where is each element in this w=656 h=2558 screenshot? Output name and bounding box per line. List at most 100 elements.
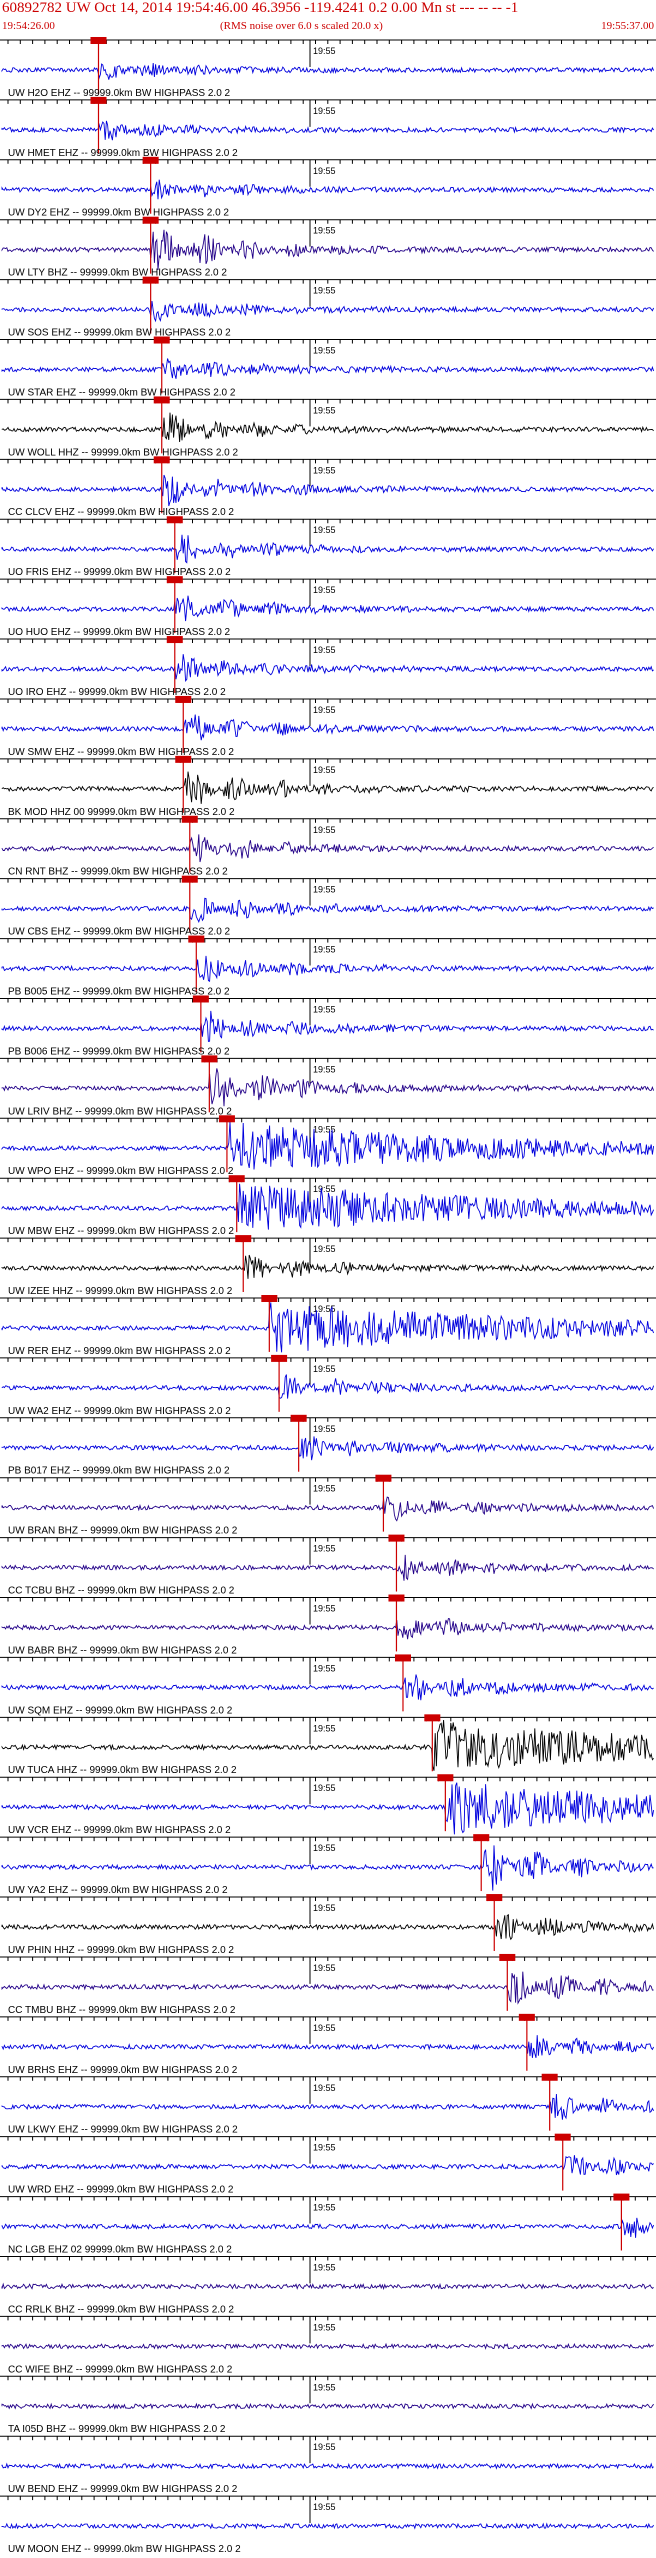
trace-row: 19:55 UW WRD EHZ -- 99999.0km BW HIGHPASS… <box>0 2133 656 2196</box>
minute-label: 19:55 <box>313 1244 336 1254</box>
trace-row: 19:55 UW WA2 EHZ -- 99999.0km BW HIGHPASS… <box>0 1354 656 1417</box>
minute-label: 19:55 <box>313 2143 336 2153</box>
minute-label: 19:55 <box>313 2262 336 2272</box>
waveform <box>1 1971 654 2005</box>
trace-row: 19:55 UW LRIV BHZ -- 99999.0km BW HIGHPAS… <box>0 1055 656 1117</box>
trace-row: 19:55 CC TCBU BHZ -- 99999.0km BW HIGHPAS… <box>0 1534 656 1597</box>
station-label: UO FRIS EHZ -- 99999.0km BW HIGHPASS 2.0… <box>8 567 231 578</box>
waveform <box>1 120 654 141</box>
minute-label: 19:55 <box>313 1004 336 1014</box>
waveform <box>1 1374 655 1399</box>
station-label: TA I05D BHZ -- 99999.0km BW HIGHPASS 2.0… <box>8 2424 226 2435</box>
station-label: NC LGB EHZ 02 99999.0km BW HIGHPASS 2.0 … <box>8 2244 232 2255</box>
waveform <box>1 2522 654 2530</box>
trace-row: 19:55 UW BABR BHZ -- 99999.0km BW HIGHPAS… <box>0 1594 656 1656</box>
station-label: UW BRAN BHZ -- 99999.0km BW HIGHPASS 2.0… <box>8 1526 238 1537</box>
station-label: UW SMW EHZ -- 99999.0km BW HIGHPASS 2.0 … <box>8 747 234 758</box>
waveform <box>1 2093 655 2120</box>
minute-label: 19:55 <box>313 1843 336 1853</box>
trace-row: 19:55 UW BRAN BHZ -- 99999.0km BW HIGHPAS… <box>0 1474 656 1537</box>
trace-row: 19:55 PB B017 EHZ -- 99999.0km BW HIGHPAS… <box>0 1414 656 1477</box>
waveform <box>1 1496 655 1522</box>
minute-label: 19:55 <box>313 2502 336 2512</box>
trace-row: 19:55 UW WOLL HHZ -- 99999.0km BW HIGHPAS… <box>0 396 656 458</box>
minute-label: 19:55 <box>313 226 336 236</box>
waveform <box>1 300 655 323</box>
waveform <box>1 474 654 507</box>
minute-label: 19:55 <box>313 1184 336 1194</box>
minute-label: 19:55 <box>313 1064 336 1074</box>
waveform <box>1 2462 654 2470</box>
trace-row: 19:55 BK MOD HHZ 00 99999.0km BW HIGHPASS… <box>0 755 656 818</box>
waveform <box>1 2155 654 2176</box>
waveform <box>1 412 654 443</box>
minute-label: 19:55 <box>313 705 336 715</box>
station-label: UW VCR EHZ -- 99999.0km BW HIGHPASS 2.0 … <box>8 1825 231 1836</box>
trace-row: 19:55PB B005 EHZ -- 99999.0km BW HIGHPAS… <box>0 935 656 997</box>
waveform <box>1 1617 654 1640</box>
trace-row: 19:55 CC TMBU BHZ -- 99999.0km BW HIGHPAS… <box>0 1953 656 2016</box>
station-label: UW WOLL HHZ -- 99999.0km BW HIGHPASS 2.0… <box>8 447 238 458</box>
minute-label: 19:55 <box>313 1604 336 1614</box>
station-label: BK MOD HHZ 00 99999.0km BW HIGHPASS 2.0 … <box>8 807 235 818</box>
station-label: CC CLCV EHZ -- 99999.0km BW HIGHPASS 2.0… <box>8 507 234 518</box>
station-label: UW YA2 EHZ -- 99999.0km BW HIGHPASS 2.0 … <box>8 1885 228 1896</box>
minute-label: 19:55 <box>313 1903 336 1913</box>
trace-row: 19:55 UW SMW EHZ -- 99999.0km BW HIGHPASS… <box>0 695 656 758</box>
minute-label: 19:55 <box>313 2442 336 2452</box>
waveform <box>1 63 655 80</box>
waveform <box>1 714 655 741</box>
minute-label: 19:55 <box>313 765 336 775</box>
waveform <box>1 358 655 379</box>
station-label: UW BRHS EHZ -- 99999.0km BW HIGHPASS 2.0… <box>8 2065 238 2076</box>
minute-label: 19:55 <box>313 465 336 475</box>
trace-row: 19:55 UO FRIS EHZ -- 99999.0km BW HIGHPAS… <box>0 516 656 578</box>
minute-label: 19:55 <box>313 346 336 356</box>
waveform <box>1 2282 654 2291</box>
trace-row: 19:55 TA I05D BHZ -- 99999.0km BW HIGHPAS… <box>0 2375 656 2435</box>
station-label: UW IZEE HHZ -- 99999.0km BW HIGHPASS 2.0… <box>8 1286 233 1297</box>
waveform <box>1 897 654 924</box>
trace-row: 19:55 UW SQM EHZ -- 99999.0km BW HIGHPASS… <box>0 1654 656 1716</box>
waveform <box>1 771 654 804</box>
station-label: UO HUO EHZ -- 99999.0km BW HIGHPASS 2.0 … <box>8 627 231 638</box>
minute-label: 19:55 <box>313 2083 336 2093</box>
waveform <box>1 595 655 622</box>
minute-label: 19:55 <box>313 585 336 595</box>
trace-row: 19:55CN RNT BHZ -- 99999.0km BW HIGHPASS… <box>0 815 656 878</box>
trace-row: 19:55 UW LTY BHZ -- 99999.0km BW HIGHPASS… <box>0 216 656 279</box>
station-label: UW DY2 EHZ -- 99999.0km BW HIGHPASS 2.0 … <box>8 208 229 219</box>
trace-row: 19:55 UW MOON EHZ -- 99999.0km BW HIGHPAS… <box>0 2495 656 2555</box>
waveform <box>1 955 654 983</box>
waveform <box>1 2035 655 2059</box>
minute-label: 19:55 <box>313 286 336 296</box>
minute-label: 19:55 <box>313 1783 336 1793</box>
minute-label: 19:55 <box>313 2322 336 2332</box>
minute-label: 19:55 <box>313 405 336 415</box>
minute-label: 19:55 <box>313 2023 336 2033</box>
trace-row: 19:55 CC CLCV EHZ -- 99999.0km BW HIGHPAS… <box>0 456 656 518</box>
station-label: UW STAR EHZ -- 99999.0km BW HIGHPASS 2.0… <box>8 387 236 398</box>
waveform <box>1 834 654 863</box>
station-label: PB B017 EHZ -- 99999.0km BW HIGHPASS 2.0… <box>8 1466 230 1477</box>
minute-label: 19:55 <box>313 1963 336 1973</box>
station-label: CC RRLK BHZ -- 99999.0km BW HIGHPASS 2.0… <box>8 2304 234 2315</box>
minute-label: 19:55 <box>313 945 336 955</box>
station-label: UW BEND EHZ -- 99999.0km BW HIGHPASS 2.0… <box>8 2484 238 2495</box>
station-label: UW MBW EHZ -- 99999.0km BW HIGHPASS 2.0 … <box>8 1226 234 1237</box>
waveform <box>1 229 654 271</box>
minute-label: 19:55 <box>313 2203 336 2213</box>
waveform <box>1 534 654 564</box>
station-label: UW LRIV BHZ -- 99999.0km BW HIGHPASS 2.0… <box>8 1106 232 1117</box>
minute-label: 19:55 <box>313 1544 336 1554</box>
waveform <box>1 179 654 200</box>
station-label: CC TMBU BHZ -- 99999.0km BW HIGHPASS 2.0… <box>8 2005 236 2016</box>
station-label: UW HMET EHZ -- 99999.0km BW HIGHPASS 2.0… <box>8 148 238 159</box>
station-label: UW PHIN HHZ -- 99999.0km BW HIGHPASS 2.0… <box>8 1945 234 1956</box>
trace-row: 19:55 UO IRO EHZ -- 99999.0km BW HIGHPASS… <box>0 636 656 698</box>
waveform <box>1 654 654 682</box>
station-label: UW RER EHZ -- 99999.0km BW HIGHPASS 2.0 … <box>8 1346 231 1357</box>
seismogram-plot: 19:55 UW H2O EHZ -- 99999.0km BW HIGHPASS… <box>0 37 656 2555</box>
station-label: UW SQM EHZ -- 99999.0km BW HIGHPASS 2.0 … <box>8 1705 233 1716</box>
trace-row: 19:55 UW IZEE HHZ -- 99999.0km BW HIGHPAS… <box>0 1235 656 1297</box>
